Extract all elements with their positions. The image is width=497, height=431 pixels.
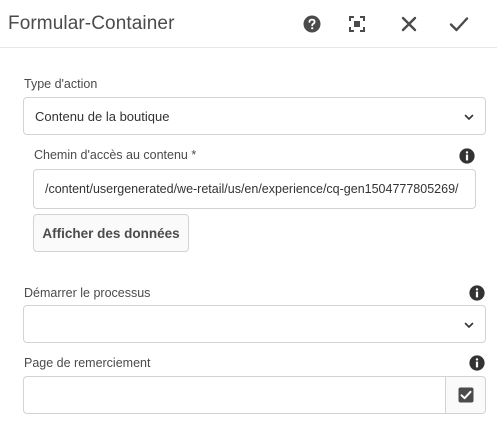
show-data-button[interactable]: Afficher des données xyxy=(33,214,189,252)
info-icon[interactable] xyxy=(469,285,485,301)
chevron-down-icon xyxy=(464,322,474,328)
action-type-value: Contenu de la boutique xyxy=(35,109,170,124)
fullscreen-button[interactable] xyxy=(343,10,371,38)
action-type-label: Type d'action xyxy=(24,77,98,91)
close-icon xyxy=(401,16,417,32)
chevron-down-icon xyxy=(464,114,474,120)
content-path-input[interactable]: /content/usergenerated/we-retail/us/en/e… xyxy=(33,169,476,209)
help-button[interactable] xyxy=(298,10,326,38)
thank-you-page-label: Page de remerciement xyxy=(24,356,151,370)
info-icon[interactable] xyxy=(469,355,485,371)
check-icon xyxy=(449,17,469,32)
dialog-title: Formular-Container xyxy=(8,13,175,34)
workflow-select[interactable] xyxy=(23,305,486,343)
fullscreen-icon xyxy=(349,16,365,32)
close-button[interactable] xyxy=(395,10,423,38)
workflow-label: Démarrer le processus xyxy=(24,286,151,300)
thank-you-page-input[interactable] xyxy=(23,376,445,414)
dialog-header: Formular-Container xyxy=(0,0,497,48)
done-button[interactable] xyxy=(445,10,473,38)
check-box-icon xyxy=(458,387,473,403)
content-path-value: /content/usergenerated/we-retail/us/en/e… xyxy=(45,182,459,196)
content-path-label: Chemin d'accès au contenu * xyxy=(34,148,197,162)
info-icon[interactable] xyxy=(459,148,475,164)
help-icon xyxy=(303,15,321,33)
action-type-select[interactable]: Contenu de la boutique xyxy=(23,97,486,135)
path-browser-button[interactable] xyxy=(445,376,486,414)
